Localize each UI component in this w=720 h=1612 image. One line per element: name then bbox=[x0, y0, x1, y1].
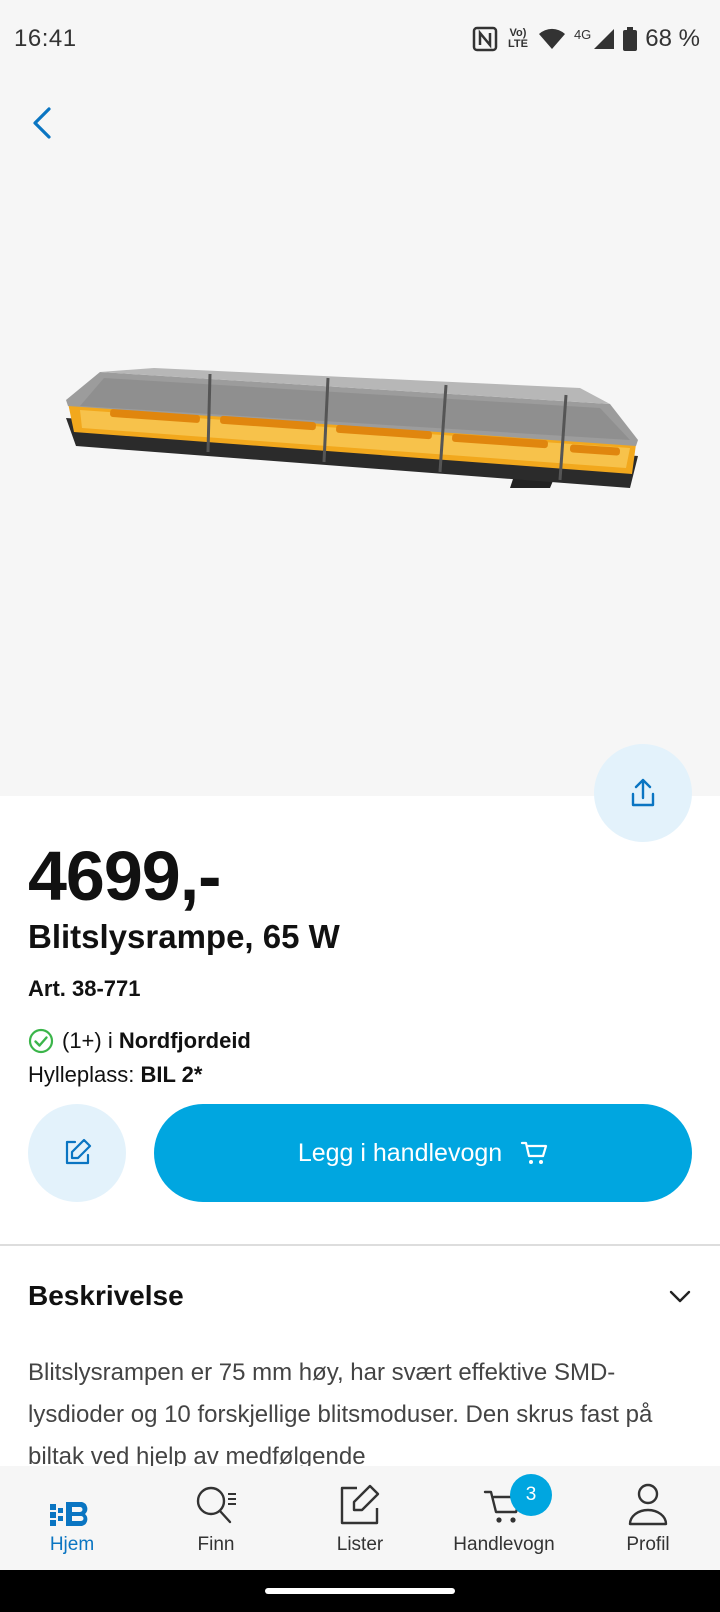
product-image bbox=[66, 368, 638, 488]
back-button[interactable] bbox=[20, 98, 64, 148]
volte-icon: Vo) LTE bbox=[507, 27, 528, 50]
cart-count-badge: 3 bbox=[510, 1474, 552, 1516]
edit-list-icon bbox=[340, 1484, 380, 1525]
description-text: Blitslysrampen er 75 mm høy, har svært e… bbox=[28, 1359, 653, 1466]
battery-percent: 68 % bbox=[645, 25, 700, 52]
home-logo-icon bbox=[50, 1502, 88, 1526]
nav-search[interactable]: Finn bbox=[144, 1466, 288, 1570]
status-icons: Vo) LTE 4G 68 % bbox=[472, 25, 700, 53]
status-time: 16:41 bbox=[14, 25, 77, 52]
nfc-icon bbox=[472, 26, 498, 52]
article-number: Art. 38-771 bbox=[28, 976, 141, 1001]
nav-profile-label: Profil bbox=[626, 1534, 670, 1555]
add-to-cart-label: Legg i handlevogn bbox=[297, 1138, 503, 1167]
network-type: 4G bbox=[573, 26, 592, 42]
bottom-navigation: Hjem Finn Lister Handlevogn 3 Profil bbox=[0, 1466, 720, 1570]
profile-icon bbox=[628, 1483, 668, 1526]
nav-lists[interactable]: Lister bbox=[288, 1466, 432, 1570]
add-to-list-button[interactable] bbox=[28, 1104, 126, 1202]
product-price: 4699,- bbox=[28, 837, 221, 915]
nav-search-label: Finn bbox=[197, 1534, 235, 1555]
check-circle-icon bbox=[28, 1028, 54, 1054]
nav-lists-label: Lister bbox=[336, 1534, 384, 1555]
nav-home[interactable]: Hjem bbox=[0, 1466, 144, 1570]
chevron-left-icon bbox=[33, 107, 51, 139]
wifi-icon bbox=[538, 28, 566, 50]
battery-icon bbox=[623, 27, 638, 51]
add-to-cart-button[interactable]: Legg i handlevogn bbox=[154, 1104, 692, 1202]
description-title: Beskrivelse bbox=[28, 1280, 184, 1311]
search-list-icon bbox=[196, 1486, 236, 1524]
status-bar: 16:41 Vo) LTE 4G 68 % bbox=[0, 0, 720, 78]
nav-home-label: Hjem bbox=[49, 1534, 95, 1555]
edit-icon bbox=[65, 1138, 92, 1165]
share-button[interactable] bbox=[594, 744, 692, 842]
cart-icon bbox=[521, 1141, 548, 1164]
stock-count: (1+) i bbox=[62, 1028, 113, 1053]
product-title: Blitslysrampe, 65 W bbox=[28, 918, 340, 955]
signal-icon bbox=[593, 28, 615, 50]
share-icon bbox=[631, 778, 655, 807]
shelf-value: BIL 2* bbox=[140, 1062, 203, 1087]
shelf-label: Hylleplass: bbox=[28, 1062, 135, 1087]
chevron-down-icon bbox=[669, 1290, 691, 1303]
system-gesture-bar bbox=[0, 1570, 720, 1612]
product-image-area bbox=[0, 78, 720, 796]
nav-cart[interactable]: Handlevogn 3 bbox=[432, 1466, 576, 1570]
nav-cart-label: Handlevogn bbox=[453, 1534, 555, 1555]
description-toggle[interactable]: Beskrivelse bbox=[28, 1280, 692, 1312]
home-gesture-handle[interactable] bbox=[265, 1588, 455, 1594]
shelf-location: Hylleplass: BIL 2* bbox=[28, 1062, 202, 1088]
stock-status: (1+) i Nordfjordeid bbox=[28, 1028, 251, 1054]
nav-profile[interactable]: Profil bbox=[576, 1466, 720, 1570]
section-divider bbox=[0, 1244, 720, 1246]
stock-store[interactable]: Nordfjordeid bbox=[119, 1028, 251, 1053]
